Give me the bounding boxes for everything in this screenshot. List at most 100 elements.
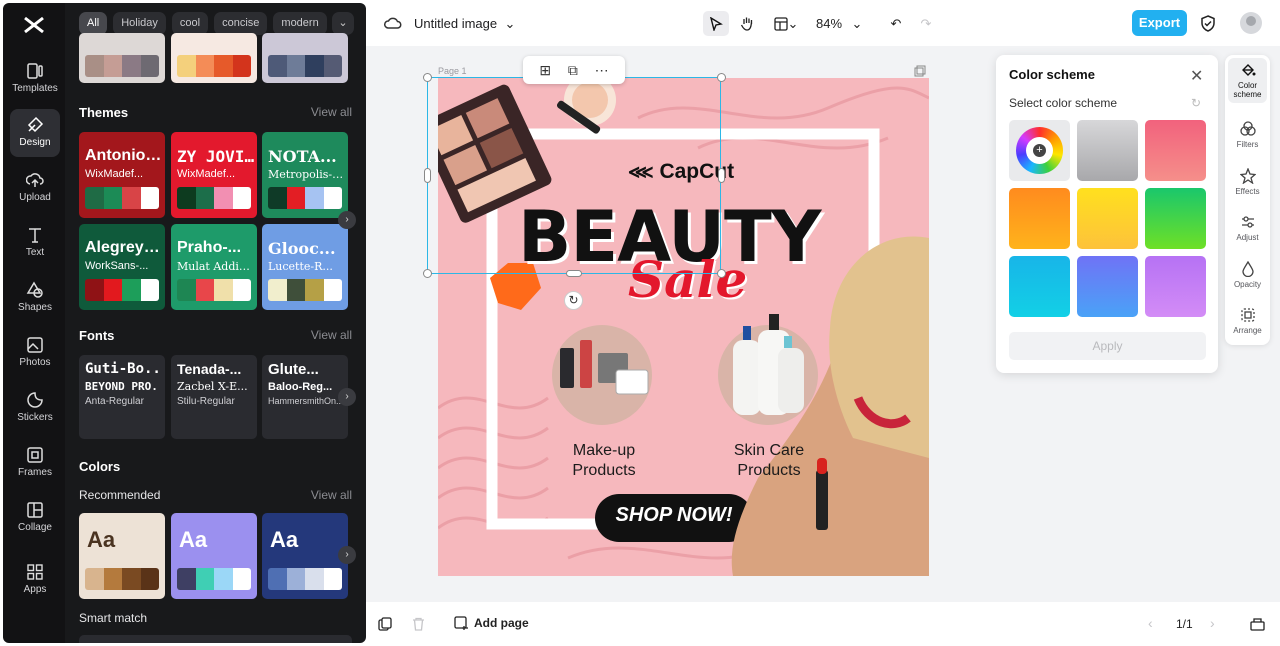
product2-label[interactable]: Skin Care Products	[721, 441, 817, 481]
fonts-view-all-link[interactable]: View all	[311, 328, 352, 342]
left-rail: Templates Design Upload Text Shapes Phot…	[3, 3, 65, 643]
export-button[interactable]: Export	[1132, 10, 1187, 36]
theme-card[interactable]: ZY JOVI... WixMadef...	[171, 132, 257, 218]
scheme-tile-orange[interactable]	[1009, 188, 1070, 249]
arrange-tool[interactable]: Arrange	[1228, 307, 1267, 335]
chevron-right-icon[interactable]: ›	[338, 388, 356, 406]
chip-modern[interactable]: modern	[273, 12, 327, 35]
chevron-down-icon[interactable]: ⌄	[850, 11, 864, 36]
adjust-tool[interactable]: Adjust	[1228, 214, 1267, 242]
resize-handle[interactable]	[423, 73, 432, 82]
zoom-level[interactable]: 84%	[814, 11, 844, 36]
scheme-tile-cyan[interactable]	[1009, 256, 1070, 317]
undo-icon[interactable]: ↶	[887, 11, 905, 36]
color-palette-card[interactable]: Aa	[171, 513, 257, 599]
sidebar-item-templates[interactable]: Templates	[10, 55, 60, 103]
chevron-down-icon[interactable]: ⌄	[502, 11, 518, 36]
resize-handle[interactable]	[566, 270, 582, 277]
sidebar-item-shapes[interactable]: Shapes	[10, 274, 60, 322]
scheme-tile-yellow[interactable]	[1077, 188, 1138, 249]
smart-match-card[interactable]	[79, 635, 352, 643]
resize-handle[interactable]	[717, 269, 726, 278]
template-card[interactable]	[79, 33, 165, 83]
sidebar-item-collage[interactable]: Collage	[10, 494, 60, 542]
template-card[interactable]	[171, 33, 257, 83]
avatar[interactable]	[1240, 12, 1262, 34]
more-icon[interactable]: ⋯	[595, 62, 609, 79]
crop-icon[interactable]: ⊞	[539, 62, 551, 79]
select-tool-icon[interactable]	[703, 11, 729, 36]
colors-view-all-link[interactable]: View all	[311, 488, 352, 502]
color-scheme-title: Color scheme	[1009, 67, 1095, 82]
resize-handle[interactable]	[424, 168, 431, 183]
resize-handle[interactable]	[718, 168, 725, 183]
copy-page-icon[interactable]	[378, 617, 392, 631]
templates-icon	[27, 63, 43, 79]
add-page-button[interactable]: Add page	[454, 616, 529, 630]
sidebar-item-text[interactable]: Text	[10, 219, 60, 267]
themes-view-all-link[interactable]: View all	[311, 105, 352, 119]
document-title[interactable]: Untitled image	[414, 16, 497, 31]
product1-label[interactable]: Make-up Products	[556, 441, 652, 481]
sidebar-item-label: Photos	[19, 357, 51, 368]
next-page-icon[interactable]: ›	[1210, 615, 1215, 631]
scheme-tile-green[interactable]	[1145, 188, 1206, 249]
layers-icon[interactable]	[1250, 617, 1265, 631]
duplicate-icon[interactable]: ⧉	[568, 62, 578, 79]
opacity-drop-icon	[1241, 261, 1254, 277]
chip-cool[interactable]: cool	[171, 12, 209, 35]
shield-icon[interactable]	[1200, 15, 1216, 32]
chevron-down-icon[interactable]: ⌄	[332, 12, 354, 35]
scheme-tile-blue[interactable]	[1077, 256, 1138, 317]
theme-title: NOTA...	[268, 147, 337, 166]
chevron-right-icon[interactable]: ›	[338, 546, 356, 564]
sidebar-item-stickers[interactable]: Stickers	[10, 384, 60, 432]
theme-card[interactable]: Praho-... Mulat Addis-...	[171, 224, 257, 310]
font-card[interactable]: Guti-Bo... BEYOND PRO... Anta-Regular	[79, 355, 165, 439]
chip-all[interactable]: All	[79, 12, 108, 35]
palette-sample-text: Aa	[87, 527, 116, 552]
apply-button[interactable]: Apply	[1009, 332, 1206, 360]
font-card[interactable]: Tenada-... Zacbel X-E... Stilu-Regular	[171, 355, 257, 439]
shop-now-cta[interactable]: SHOP NOW!	[595, 504, 753, 527]
resize-handle[interactable]	[423, 269, 432, 278]
effects-tool[interactable]: Effects	[1228, 168, 1267, 196]
add-page-icon	[454, 616, 468, 630]
color-scheme-tool[interactable]: Color scheme	[1228, 58, 1267, 103]
opacity-tool[interactable]: Opacity	[1228, 261, 1267, 289]
font-card[interactable]: Glute... Baloo-Reg... HammersmithOn...	[262, 355, 348, 439]
sidebar-item-photos[interactable]: Photos	[10, 329, 60, 377]
close-icon[interactable]: ✕	[1190, 66, 1203, 86]
rotate-icon[interactable]: ↻	[564, 291, 583, 310]
sidebar-item-design[interactable]: Design	[10, 109, 60, 157]
previous-page-icon[interactable]: ‹	[1148, 615, 1153, 631]
scheme-tile-pink[interactable]	[1145, 120, 1206, 181]
hand-tool-icon[interactable]	[736, 11, 758, 36]
template-card[interactable]	[262, 33, 348, 83]
theme-card[interactable]: AlegreyaS... WorkSans-...	[79, 224, 165, 310]
sidebar-item-frames[interactable]: Frames	[10, 439, 60, 487]
trash-icon[interactable]	[412, 617, 425, 631]
resize-handle[interactable]	[717, 73, 726, 82]
chevron-right-icon[interactable]: ›	[338, 211, 356, 229]
color-palette-card[interactable]: Aa	[79, 513, 165, 599]
chip-holiday[interactable]: Holiday	[113, 12, 166, 35]
duplicate-page-icon[interactable]	[914, 65, 926, 77]
custom-color-wheel-tile[interactable]: +	[1009, 120, 1070, 181]
sidebar-item-upload[interactable]: Upload	[10, 164, 60, 212]
chip-concise[interactable]: concise	[214, 12, 268, 35]
scheme-tile-gray[interactable]	[1077, 120, 1138, 181]
layout-icon[interactable]: ⌄	[770, 11, 802, 36]
scheme-tile-purple[interactable]	[1145, 256, 1206, 317]
cloud-icon[interactable]	[384, 15, 402, 31]
redo-icon[interactable]: ↷	[917, 11, 935, 36]
filters-tool[interactable]: Filters	[1228, 121, 1267, 149]
theme-title: Glooc...	[268, 239, 336, 258]
sidebar-item-apps[interactable]: Apps	[10, 556, 60, 604]
reset-icon[interactable]: ↻	[1191, 96, 1201, 110]
theme-subtitle: Mulat Addis-...	[177, 260, 255, 273]
theme-card[interactable]: Glooc... Lucette-R...	[262, 224, 348, 310]
theme-card[interactable]: Antonio-Bold WixMadef...	[79, 132, 165, 218]
color-palette-card[interactable]: Aa	[262, 513, 348, 599]
theme-card[interactable]: NOTA... Metropolis-B...	[262, 132, 348, 218]
